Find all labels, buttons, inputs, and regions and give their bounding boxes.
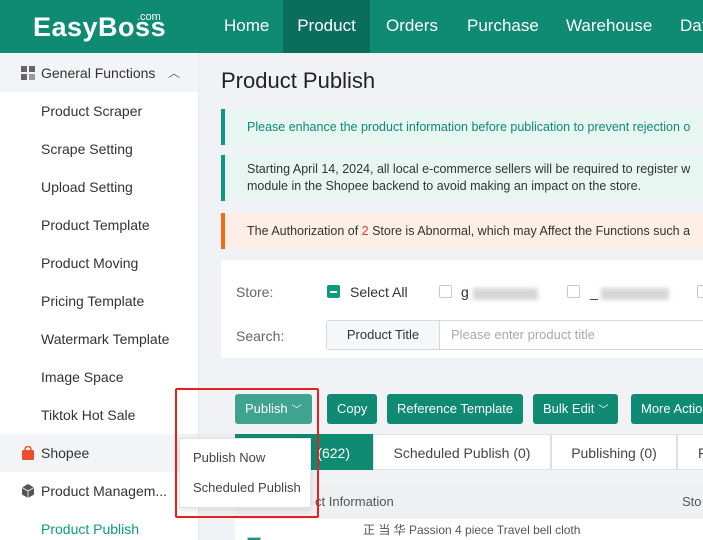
sidebar-group-label: Product Managem...: [41, 483, 168, 499]
search-input[interactable]: Please enter product title: [439, 320, 703, 350]
store-label: Store:: [236, 284, 274, 300]
sidebar-item-watermark-template[interactable]: Watermark Template: [41, 320, 169, 358]
tab-failed[interactable]: F: [677, 434, 703, 470]
redacted-store-name: [601, 288, 669, 300]
store-name: _: [590, 284, 598, 300]
sidebar-item-product-publish[interactable]: Product Publish: [41, 510, 139, 540]
tab-scheduled-publish[interactable]: Scheduled Publish (0): [373, 434, 551, 470]
chevron-up-icon: ︿: [168, 66, 181, 80]
chevron-down-icon: ﹀: [598, 405, 609, 416]
alert-line: Starting April 14, 2024, all local e-com…: [247, 162, 691, 176]
select-all-label[interactable]: Select All: [350, 284, 408, 300]
reference-template-button[interactable]: Reference Template: [387, 394, 524, 424]
sidebar-group-label: General Functions: [41, 65, 156, 81]
nav-home[interactable]: Home: [212, 0, 281, 53]
store-name: g: [461, 284, 469, 300]
table-row[interactable]: 正 当 华 Passion 4 piece Travel bell cloth: [235, 519, 703, 540]
sidebar-item-product-scraper[interactable]: Product Scraper: [41, 92, 142, 130]
brand-logo-suffix: .com: [137, 11, 161, 23]
bulk-edit-button[interactable]: Bulk Edit ﹀: [533, 394, 619, 424]
sidebar: General Functions ︿ Product Scraper Scra…: [0, 53, 199, 540]
row-product-title[interactable]: 正 当 华 Passion 4 piece Travel bell cloth: [363, 521, 580, 538]
sidebar-item-product-moving[interactable]: Product Moving: [41, 244, 138, 282]
highlight-annotation-box: [175, 388, 319, 518]
search-field-select[interactable]: Product Title: [326, 320, 440, 350]
store-checkbox[interactable]: [567, 285, 580, 298]
sidebar-item-tiktok-hot-sale[interactable]: Tiktok Hot Sale: [41, 396, 135, 434]
filter-panel: Store: Select All g _ Search: Product Ti…: [221, 260, 703, 358]
nav-orders[interactable]: Orders: [374, 0, 450, 53]
alert-text: The Authorization of: [247, 224, 362, 238]
select-all-checkbox[interactable]: [327, 285, 340, 298]
column-product-information: ct Information: [315, 494, 394, 509]
store-checkbox[interactable]: [439, 285, 452, 298]
sidebar-group-label: Shopee: [41, 445, 90, 461]
bulk-edit-label: Bulk Edit: [543, 401, 595, 416]
sidebar-group-shopee[interactable]: Shopee: [0, 434, 198, 472]
warning-alert-authorization: The Authorization of 2 Store is Abnormal…: [221, 213, 703, 249]
nav-product[interactable]: Product: [283, 0, 370, 53]
sidebar-item-pricing-template[interactable]: Pricing Template: [41, 282, 144, 320]
cube-icon: [21, 484, 35, 498]
column-store: Sto: [682, 494, 702, 509]
tab-publishing[interactable]: Publishing (0): [551, 434, 677, 470]
info-alert-register: Starting April 14, 2024, all local e-com…: [221, 155, 703, 201]
sidebar-item-scrape-setting[interactable]: Scrape Setting: [41, 130, 133, 168]
search-label: Search:: [236, 328, 285, 344]
alert-line: module in the Shopee backend to avoid ma…: [247, 179, 642, 193]
nav-purchase[interactable]: Purchase: [455, 0, 551, 53]
copy-button[interactable]: Copy: [327, 394, 378, 424]
redacted-store-name: [473, 288, 538, 300]
abnormal-store-count: 2: [361, 224, 369, 238]
grid-icon: [21, 66, 35, 80]
more-actions-button[interactable]: More Actio: [631, 394, 703, 424]
sidebar-group-general-functions[interactable]: General Functions ︿: [0, 54, 198, 92]
nav-data[interactable]: Dat: [668, 0, 703, 53]
sidebar-item-upload-setting[interactable]: Upload Setting: [41, 168, 133, 206]
shopee-bag-icon: [22, 446, 34, 460]
page-title: Product Publish: [221, 68, 376, 93]
sidebar-item-product-template[interactable]: Product Template: [41, 206, 150, 244]
sidebar-group-product-management[interactable]: Product Managem...: [0, 472, 198, 510]
info-alert-enhance: Please enhance the product information b…: [221, 109, 703, 145]
nav-warehouse[interactable]: Warehouse: [554, 0, 664, 53]
top-navbar: EasyBoss .com Home Product Orders Purcha…: [0, 0, 703, 53]
alert-text: Store is Abnormal, which may Affect the …: [368, 224, 691, 238]
store-checkbox[interactable]: [697, 285, 703, 298]
sidebar-item-image-space[interactable]: Image Space: [41, 358, 124, 396]
